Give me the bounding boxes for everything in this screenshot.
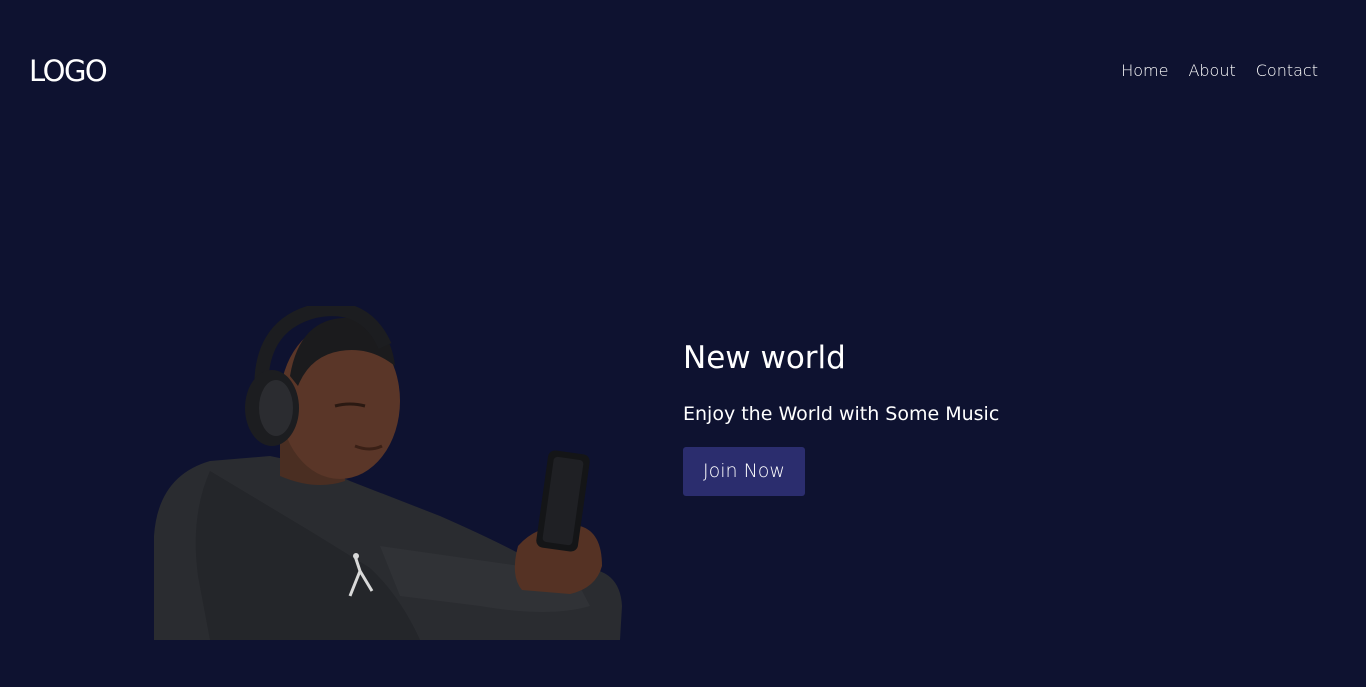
main-nav: Home About Contact: [1121, 61, 1318, 81]
landing-page: LOGO Home About Contact New world Enjoy …: [0, 0, 1366, 687]
nav-link-contact[interactable]: Contact: [1256, 61, 1318, 81]
hero-content: New world Enjoy the World with Some Musi…: [683, 338, 999, 496]
join-now-button[interactable]: Join Now: [683, 447, 805, 496]
nav-link-home[interactable]: Home: [1121, 61, 1168, 81]
nav-link-about[interactable]: About: [1188, 61, 1235, 81]
hero-photo-person-with-headphones: [154, 306, 622, 640]
site-logo[interactable]: LOGO: [29, 53, 108, 89]
hero-subtitle: Enjoy the World with Some Music: [683, 403, 1000, 425]
hero-title: New world: [683, 340, 846, 376]
